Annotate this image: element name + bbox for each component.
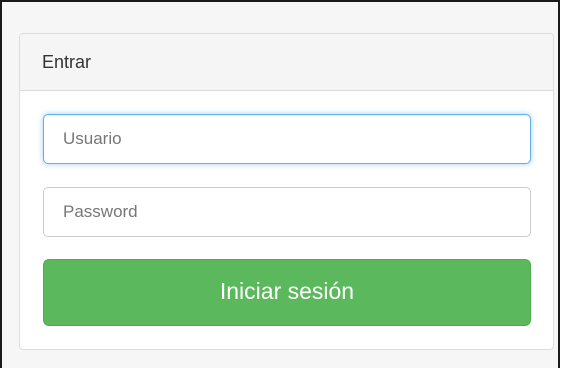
panel-title: Entrar — [20, 34, 553, 91]
window-frame: Entrar Iniciar sesión — [0, 0, 560, 368]
password-input[interactable] — [43, 187, 531, 237]
username-input[interactable] — [43, 114, 531, 164]
login-button[interactable]: Iniciar sesión — [43, 259, 531, 326]
login-panel: Entrar Iniciar sesión — [19, 33, 554, 350]
